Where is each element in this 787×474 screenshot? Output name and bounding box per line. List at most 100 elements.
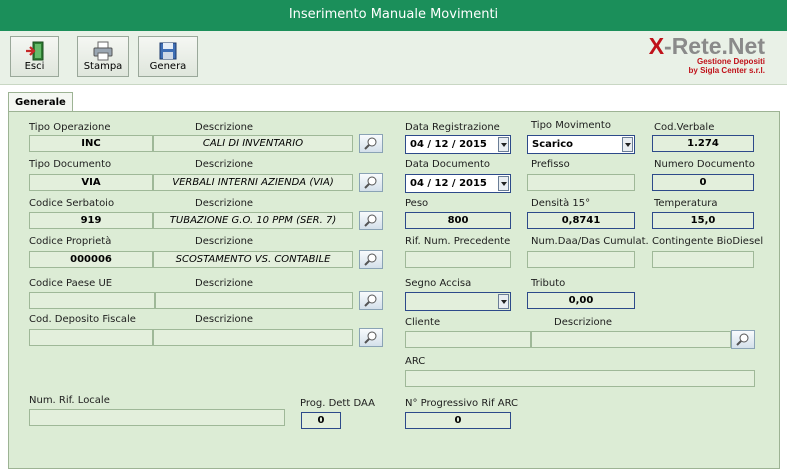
chevron-down-icon[interactable]: [622, 137, 633, 152]
search-icon: [364, 253, 377, 266]
tipo-documento-desc[interactable]: VERBALI INTERNI AZIENDA (VIA): [153, 174, 353, 191]
num-daa-das-label: Num.Daa/Das Cumulat.: [531, 236, 649, 247]
progressivo-arc-field[interactable]: 0: [405, 412, 511, 429]
prog-dett-daa-label: Prog. Dett DAA: [300, 398, 375, 409]
tipo-operazione-desc-label: Descrizione: [195, 122, 254, 133]
genera-button[interactable]: Genera: [138, 36, 198, 77]
search-icon: [364, 331, 377, 344]
chevron-down-icon[interactable]: [498, 137, 509, 152]
contingente-label: Contingente BioDiesel: [652, 236, 764, 247]
densita-label: Densità 15°: [531, 198, 591, 209]
cliente-desc[interactable]: [531, 331, 731, 348]
numero-documento-label: Numero Documento: [654, 159, 755, 170]
cod-verbale-label: Cod.Verbale: [654, 122, 715, 133]
tipo-documento-code[interactable]: VIA: [29, 174, 153, 191]
tributo-field[interactable]: 0,00: [527, 292, 635, 309]
densita-field[interactable]: 0,8741: [527, 212, 635, 229]
peso-field[interactable]: 800: [405, 212, 511, 229]
stampa-label: Stampa: [83, 61, 123, 72]
data-documento-label: Data Documento: [405, 159, 490, 170]
printer-icon: [93, 41, 113, 61]
tab-generale[interactable]: Generale: [8, 92, 73, 113]
arc-field[interactable]: [405, 370, 755, 387]
codice-proprieta-code[interactable]: 000006: [29, 251, 153, 268]
cliente-desc-label: Descrizione: [554, 317, 613, 328]
logo-line2: by Sigla Center s.r.l.: [688, 66, 765, 75]
logo-x: X: [648, 33, 665, 59]
cod-deposito-fiscale-desc[interactable]: [153, 329, 353, 346]
data-registrazione-picker[interactable]: 04 / 12 / 2015: [405, 135, 511, 154]
data-registrazione-label: Data Registrazione: [405, 122, 500, 133]
temperatura-field[interactable]: 15,0: [652, 212, 754, 229]
search-icon: [736, 333, 749, 346]
cod-deposito-fiscale-desc-label: Descrizione: [195, 314, 254, 325]
codice-serbatoio-desc[interactable]: TUBAZIONE G.O. 10 PPM (SER. 7): [153, 212, 353, 229]
codice-proprieta-desc[interactable]: SCOSTAMENTO VS. CONTABILE: [153, 251, 353, 268]
title-bar: Inserimento Manuale Movimenti: [0, 0, 787, 32]
tipo-movimento-label: Tipo Movimento: [531, 120, 611, 131]
cliente-code[interactable]: [405, 331, 531, 348]
tipo-operazione-label: Tipo Operazione: [29, 122, 111, 133]
segno-accisa-select[interactable]: [405, 292, 511, 311]
rif-num-precedente-label: Rif. Num. Precedente: [405, 236, 511, 247]
esci-label: Esci: [24, 61, 45, 72]
data-registrazione-value: 04 / 12 / 2015: [410, 139, 487, 150]
tipo-documento-desc-label: Descrizione: [195, 159, 254, 170]
logo-rest: -Rete.Net: [664, 33, 765, 59]
arc-label: ARC: [405, 356, 426, 367]
cod-deposito-fiscale-code[interactable]: [29, 329, 153, 346]
cliente-search-button[interactable]: [731, 330, 755, 349]
prog-dett-daa-field[interactable]: 0: [301, 412, 341, 429]
data-documento-value: 04 / 12 / 2015: [410, 178, 487, 189]
prefisso-label: Prefisso: [531, 159, 570, 170]
cod-verbale-field[interactable]: 1.274: [652, 135, 754, 152]
tipo-documento-label: Tipo Documento: [29, 159, 112, 170]
chevron-down-icon[interactable]: [498, 176, 509, 191]
segno-accisa-label: Segno Accisa: [405, 278, 472, 289]
esci-button[interactable]: Esci: [10, 36, 59, 77]
tipo-movimento-select[interactable]: Scarico: [527, 135, 635, 154]
genera-label: Genera: [149, 61, 187, 72]
company-logo: X-Rete.Net Gestione Depositi by Sigla Ce…: [647, 35, 765, 83]
codice-paese-ue-desc[interactable]: [155, 292, 353, 309]
codice-proprieta-label: Codice Proprietà: [29, 236, 112, 247]
cliente-label: Cliente: [405, 317, 441, 328]
tipo-operazione-desc[interactable]: CALI DI INVENTARIO: [153, 135, 353, 152]
rif-num-precedente-field[interactable]: [405, 251, 511, 268]
numero-documento-field[interactable]: 0: [652, 174, 754, 191]
codice-paese-ue-code[interactable]: [29, 292, 155, 309]
temperatura-label: Temperatura: [654, 198, 718, 209]
cod-deposito-fiscale-search-button[interactable]: [359, 328, 383, 347]
codice-serbatoio-code[interactable]: 919: [29, 212, 153, 229]
peso-label: Peso: [405, 198, 429, 209]
contingente-field[interactable]: [652, 251, 754, 268]
num-rif-locale-label: Num. Rif. Locale: [29, 395, 110, 406]
codice-paese-ue-desc-label: Descrizione: [195, 278, 254, 289]
codice-serbatoio-search-button[interactable]: [359, 211, 383, 230]
search-icon: [364, 294, 377, 307]
tab-strip: Generale: [8, 88, 780, 113]
prefisso-field[interactable]: [527, 174, 635, 191]
num-daa-das-field[interactable]: [527, 251, 635, 268]
num-rif-locale-field[interactable]: [29, 409, 285, 426]
codice-serbatoio-desc-label: Descrizione: [195, 198, 254, 209]
search-icon: [364, 137, 377, 150]
stampa-button[interactable]: Stampa: [77, 36, 129, 77]
form-panel: Tipo Operazione Descrizione INC CALI DI …: [8, 111, 780, 469]
search-icon: [364, 214, 377, 227]
data-documento-picker[interactable]: 04 / 12 / 2015: [405, 174, 511, 193]
window-title: Inserimento Manuale Movimenti: [288, 7, 499, 22]
codice-proprieta-search-button[interactable]: [359, 250, 383, 269]
tipo-operazione-search-button[interactable]: [359, 134, 383, 153]
tipo-operazione-code[interactable]: INC: [29, 135, 153, 152]
exit-door-icon: [25, 41, 43, 61]
tipo-documento-search-button[interactable]: [359, 173, 383, 192]
chevron-down-icon[interactable]: [498, 294, 509, 309]
tributo-label: Tributo: [531, 278, 566, 289]
codice-paese-ue-search-button[interactable]: [359, 291, 383, 310]
tipo-movimento-value: Scarico: [532, 139, 574, 150]
codice-paese-ue-label: Codice Paese UE: [29, 278, 113, 289]
codice-proprieta-desc-label: Descrizione: [195, 236, 254, 247]
search-icon: [364, 176, 377, 189]
codice-serbatoio-label: Codice Serbatoio: [29, 198, 115, 209]
